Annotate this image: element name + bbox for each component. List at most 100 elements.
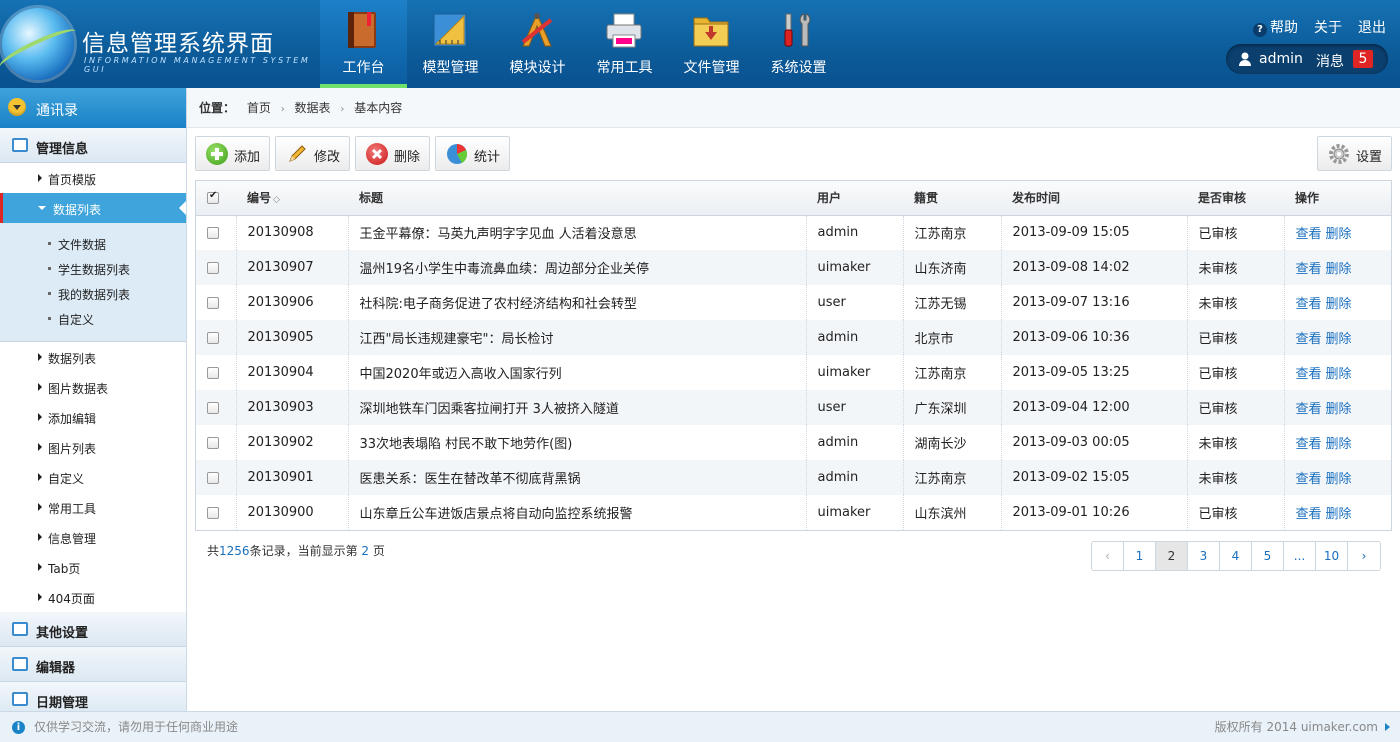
sidebar-section-other-settings[interactable]: 其他设置 [0,612,186,647]
page-ellipsis[interactable]: ... [1284,542,1316,570]
sidebar-item[interactable]: 自定义 [0,462,186,492]
username[interactable]: admin [1259,51,1303,67]
delete-link[interactable]: 删除 [1326,332,1352,347]
view-link[interactable]: 查看 [1296,402,1322,417]
row-checkbox[interactable] [207,261,219,274]
message-count-badge[interactable]: 5 [1353,50,1373,68]
sidebar-item[interactable]: 信息管理 [0,522,186,552]
table-row[interactable]: 20130906 社科院:电子商务促进了农村经济结构和社会转型 user 江苏无锡 20… [196,285,1391,320]
prev-page-button[interactable]: ‹ [1092,542,1124,570]
sidebar-section-manage-info[interactable]: 管理信息 [0,128,186,163]
sidebar-item[interactable]: 图片数据表 [0,372,186,402]
sidebar-section-date[interactable]: 日期管理 [0,682,186,711]
cell-actions: 查看 删除 [1284,215,1391,250]
table-row[interactable]: 20130905 江西"局长违规建豪宅"：局长检讨 admin 北京市 2013-09-… [196,320,1391,355]
row-checkbox[interactable] [207,331,219,344]
current-page-number: 2 [361,544,370,558]
sidebar-item[interactable]: 添加编辑 [0,402,186,432]
sort-icon[interactable]: ◇ [273,195,280,205]
sidebar-subitem[interactable]: 我的数据列表 [0,281,186,306]
breadcrumb-item[interactable]: 首页 [247,101,271,115]
delete-link[interactable]: 删除 [1326,367,1352,382]
breadcrumb-item[interactable]: 数据表 [295,101,331,115]
view-link[interactable]: 查看 [1296,227,1322,242]
topnav-settings[interactable]: 系统设置 [755,0,842,88]
cell-user: uimaker [806,355,904,390]
sidebar-item-home-template[interactable]: 首页模版 [0,163,186,193]
row-checkbox[interactable] [207,471,219,484]
cell-origin: 江苏无锡 [903,285,1002,320]
topnav-files[interactable]: 文件管理 [668,0,755,88]
row-checkbox[interactable] [207,226,219,239]
about-link[interactable]: 关于 [1314,17,1342,37]
messages-link[interactable]: 消息 [1316,51,1344,71]
cell-title: 深圳地铁车门因乘客拉闸打开 3人被挤入隧道 [348,390,807,425]
view-link[interactable]: 查看 [1296,332,1322,347]
cell-id: 20130906 [236,285,349,320]
row-checkbox[interactable] [207,401,219,414]
sidebar-subitem[interactable]: 自定义 [0,306,186,331]
delete-link[interactable]: 删除 [1326,437,1352,452]
page-button[interactable]: 1 [1124,542,1156,570]
sidebar-item-data-list-active[interactable]: 数据列表 [0,193,186,223]
delete-button[interactable]: 删除 [355,136,430,171]
cell-id: 20130907 [236,250,349,285]
row-checkbox[interactable] [207,366,219,379]
page-button[interactable]: 4 [1220,542,1252,570]
page-button[interactable]: 3 [1188,542,1220,570]
sidebar-header[interactable]: 通讯录 [0,88,186,128]
delete-link[interactable]: 删除 [1326,297,1352,312]
table-row[interactable]: 20130904 中国2020年或迈入高收入国家行列 uimaker 江苏南京 2013… [196,355,1391,390]
edit-icon [12,657,28,671]
page-button[interactable]: 10 [1316,542,1348,570]
sidebar-item[interactable]: 数据列表 [0,342,186,372]
column-header-id[interactable]: 编号 ◇ [236,181,348,216]
sidebar-item[interactable]: Tab页 [0,552,186,582]
table-row[interactable]: 20130902 33次地表塌陷 村民不敢下地劳作(图) admin 湖南长沙 2013… [196,425,1391,460]
delete-link[interactable]: 删除 [1326,402,1352,417]
table-row[interactable]: 20130907 温州19名小学生中毒流鼻血续：周边部分企业关停 uimaker 山东… [196,250,1391,285]
cell-id: 20130908 [236,215,349,250]
sidebar-item[interactable]: 404页面 [0,582,186,612]
table-row[interactable]: 20130900 山东章丘公车进饭店景点将自动向监控系统报警 uimaker 山东滨州… [196,495,1391,530]
add-button[interactable]: 添加 [195,136,270,171]
app-title: 信息管理系统界面 [82,31,274,57]
settings-button[interactable]: 设置 [1317,136,1392,171]
row-select-cell [196,285,237,320]
sidebar-item[interactable]: 常用工具 [0,492,186,522]
view-link[interactable]: 查看 [1296,297,1322,312]
sidebar-section-editor[interactable]: 编辑器 [0,647,186,682]
topnav-workbench[interactable]: 工作台 [320,0,407,88]
sidebar-subitem[interactable]: 学生数据列表 [0,256,186,281]
table-row[interactable]: 20130901 医患关系：医生在替改革不彻底背黑锅 admin 江苏南京 2013-0… [196,460,1391,495]
topnav-tools[interactable]: 常用工具 [581,0,668,88]
sidebar-subitem[interactable]: 文件数据 [0,231,186,256]
delete-link[interactable]: 删除 [1326,262,1352,277]
help-link[interactable]: ? 帮助 [1253,17,1298,37]
caret-right-icon[interactable] [1385,723,1390,731]
row-checkbox[interactable] [207,296,219,309]
edit-button[interactable]: 修改 [275,136,350,171]
stats-button[interactable]: 统计 [435,136,510,171]
page-button[interactable]: 5 [1252,542,1284,570]
topnav-module-design[interactable]: 模块设计 [494,0,581,88]
logout-link[interactable]: 退出 [1358,17,1386,37]
sidebar-item[interactable]: 图片列表 [0,432,186,462]
topnav-model[interactable]: 模型管理 [407,0,494,88]
cell-user: uimaker [806,250,904,285]
delete-link[interactable]: 删除 [1326,227,1352,242]
view-link[interactable]: 查看 [1296,472,1322,487]
table-row[interactable]: 20130903 深圳地铁车门因乘客拉闸打开 3人被挤入隧道 user 广东深圳 201… [196,390,1391,425]
row-checkbox[interactable] [207,506,219,519]
view-link[interactable]: 查看 [1296,262,1322,277]
view-link[interactable]: 查看 [1296,507,1322,522]
delete-link[interactable]: 删除 [1326,472,1352,487]
page-button-current[interactable]: 2 [1156,542,1188,570]
delete-link[interactable]: 删除 [1326,507,1352,522]
next-page-button[interactable]: › [1348,542,1380,570]
view-link[interactable]: 查看 [1296,437,1322,452]
row-checkbox[interactable] [207,436,219,449]
view-link[interactable]: 查看 [1296,367,1322,382]
select-all-checkbox[interactable] [207,190,219,205]
table-row[interactable]: 20130908 王金平幕僚：马英九声明字字见血 人活着没意思 admin 江苏南京 2… [196,215,1391,250]
